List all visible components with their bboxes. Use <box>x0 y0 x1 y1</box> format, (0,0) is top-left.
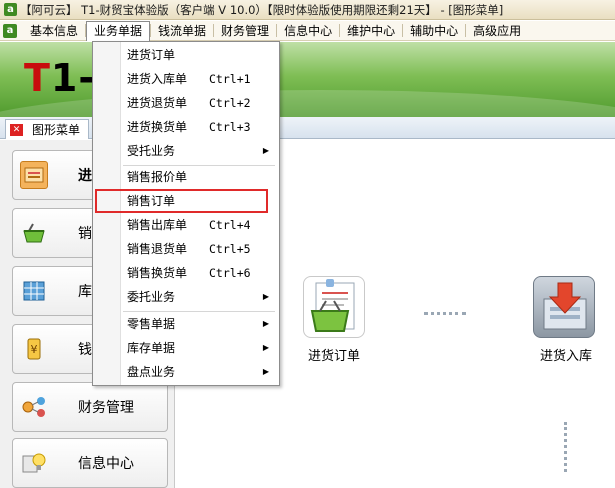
nav-sales-label: 销 <box>78 226 92 242</box>
stock-in-arrow-icon[interactable] <box>533 276 595 338</box>
menu-finance[interactable]: 财务管理 <box>214 21 276 41</box>
menu-item-purchase-receipt[interactable]: 进货入库单 Ctrl+1 <box>93 68 279 90</box>
menu-item-label: 进货订单 <box>127 48 176 62</box>
menu-item-label: 销售换货单 <box>127 266 188 280</box>
submenu-arrow-icon: ▶ <box>262 292 269 301</box>
nav-finance-label: 财务管理 <box>78 400 134 416</box>
nav-money-label: 钱 <box>78 342 92 358</box>
menu-item-shortcut: Ctrl+1 <box>209 72 251 86</box>
menu-basic-info[interactable]: 基本信息 <box>23 21 85 41</box>
window-title: 【阿可云】 T1-财贸宝体验版（客户端 V 10.0）【限时体验版使用期限还剩2… <box>20 2 504 17</box>
menu-item-label: 进货退货单 <box>127 96 188 110</box>
flow-stock-in-label: 进货入库 <box>539 349 592 364</box>
logo-digit-one: 1 <box>50 56 79 100</box>
menu-item-label: 销售出库单 <box>127 218 188 232</box>
app-menu-icon[interactable]: a <box>3 23 17 38</box>
nav-finance[interactable]: 财务管理 <box>12 382 168 432</box>
money-icon: ¥ <box>20 335 48 363</box>
submenu-arrow-icon: ▶ <box>262 367 269 376</box>
submenu-arrow-icon: ▶ <box>262 343 269 352</box>
menu-item-label: 销售退货单 <box>127 242 188 256</box>
menu-item-shortcut: Ctrl+2 <box>209 96 251 110</box>
flow-connector-vertical <box>564 422 567 472</box>
nav-inventory-label: 库 <box>78 284 92 300</box>
menu-separator <box>123 311 275 312</box>
svg-text:¥: ¥ <box>31 343 38 356</box>
submenu-arrow-icon: ▶ <box>262 319 269 328</box>
menu-item-label: 受托业务 <box>127 144 176 158</box>
app-icon: a <box>4 3 17 16</box>
menu-item-sales-return[interactable]: 销售退货单 Ctrl+5 <box>93 238 279 260</box>
tab-label: 图形菜单 <box>32 123 81 137</box>
menu-item-sales-delivery[interactable]: 销售出库单 Ctrl+4 <box>93 214 279 236</box>
flow-purchase-order-label: 进货订单 <box>307 349 360 364</box>
menu-item-stocktake[interactable]: 盘点业务 ▶ <box>93 361 279 383</box>
menu-item-label: 盘点业务 <box>127 365 176 379</box>
purchase-order-icon <box>20 161 48 189</box>
menu-item-label: 委托业务 <box>127 290 176 304</box>
app-logo: T1- <box>24 56 95 100</box>
logo-letter-t: T <box>24 56 51 100</box>
highlight-box <box>95 189 268 213</box>
menu-item-consignment-out[interactable]: 委托业务 ▶ <box>93 286 279 308</box>
menu-item-purchase-order[interactable]: 进货订单 <box>93 44 279 66</box>
close-icon[interactable]: ✕ <box>10 123 23 136</box>
menu-advanced[interactable]: 高级应用 <box>466 21 528 41</box>
submenu-arrow-icon: ▶ <box>262 146 269 155</box>
sales-basket-icon <box>20 219 48 247</box>
menu-item-shortcut: Ctrl+3 <box>209 120 251 134</box>
menu-item-shortcut: Ctrl+4 <box>209 218 251 232</box>
menu-item-retail-docs[interactable]: 零售单据 ▶ <box>93 313 279 335</box>
menu-item-sales-exchange[interactable]: 销售换货单 Ctrl+6 <box>93 262 279 284</box>
info-bulb-icon <box>20 449 48 477</box>
menu-item-label: 进货换货单 <box>127 120 188 134</box>
menu-item-label: 零售单据 <box>127 317 176 331</box>
menu-item-sales-quote[interactable]: 销售报价单 <box>93 166 279 188</box>
menu-item-consignment-in[interactable]: 受托业务 ▶ <box>93 140 279 162</box>
menu-item-shortcut: Ctrl+5 <box>209 242 251 256</box>
menu-maintenance[interactable]: 维护中心 <box>340 21 402 41</box>
menu-info-center[interactable]: 信息中心 <box>277 21 339 41</box>
purchase-order-basket-icon[interactable] <box>303 276 365 338</box>
menu-item-label: 进货入库单 <box>127 72 188 86</box>
menu-cashflow-docs[interactable]: 钱流单据 <box>151 21 213 41</box>
window-titlebar: a 【阿可云】 T1-财贸宝体验版（客户端 V 10.0）【限时体验版使用期限还… <box>0 0 615 20</box>
menu-item-shortcut: Ctrl+6 <box>209 266 251 280</box>
nav-purchase-label: 进 <box>78 168 92 184</box>
nav-info-center[interactable]: 信息中心 <box>12 438 168 488</box>
business-docs-dropdown: 进货订单 进货入库单 Ctrl+1 进货退货单 Ctrl+2 进货换货单 Ctrl+3… <box>92 41 280 386</box>
flow-connector <box>424 312 466 315</box>
menu-item-label: 库存单据 <box>127 341 176 355</box>
menubar: a 基本信息 业务单据 钱流单据 财务管理 信息中心 维护中心 辅助中心 高级应… <box>0 20 615 41</box>
menu-business-docs[interactable]: 业务单据 <box>86 20 151 41</box>
inventory-grid-icon <box>20 277 48 305</box>
menu-item-label: 销售报价单 <box>127 170 188 184</box>
menu-auxiliary[interactable]: 辅助中心 <box>403 21 465 41</box>
menu-item-stock-docs[interactable]: 库存单据 ▶ <box>93 337 279 359</box>
menu-item-purchase-exchange[interactable]: 进货换货单 Ctrl+3 <box>93 116 279 138</box>
nav-info-center-label: 信息中心 <box>78 456 134 472</box>
finance-nodes-icon <box>20 393 48 421</box>
menu-item-purchase-return[interactable]: 进货退货单 Ctrl+2 <box>93 92 279 114</box>
tab-graphic-menu[interactable]: ✕ 图形菜单 <box>5 119 90 139</box>
